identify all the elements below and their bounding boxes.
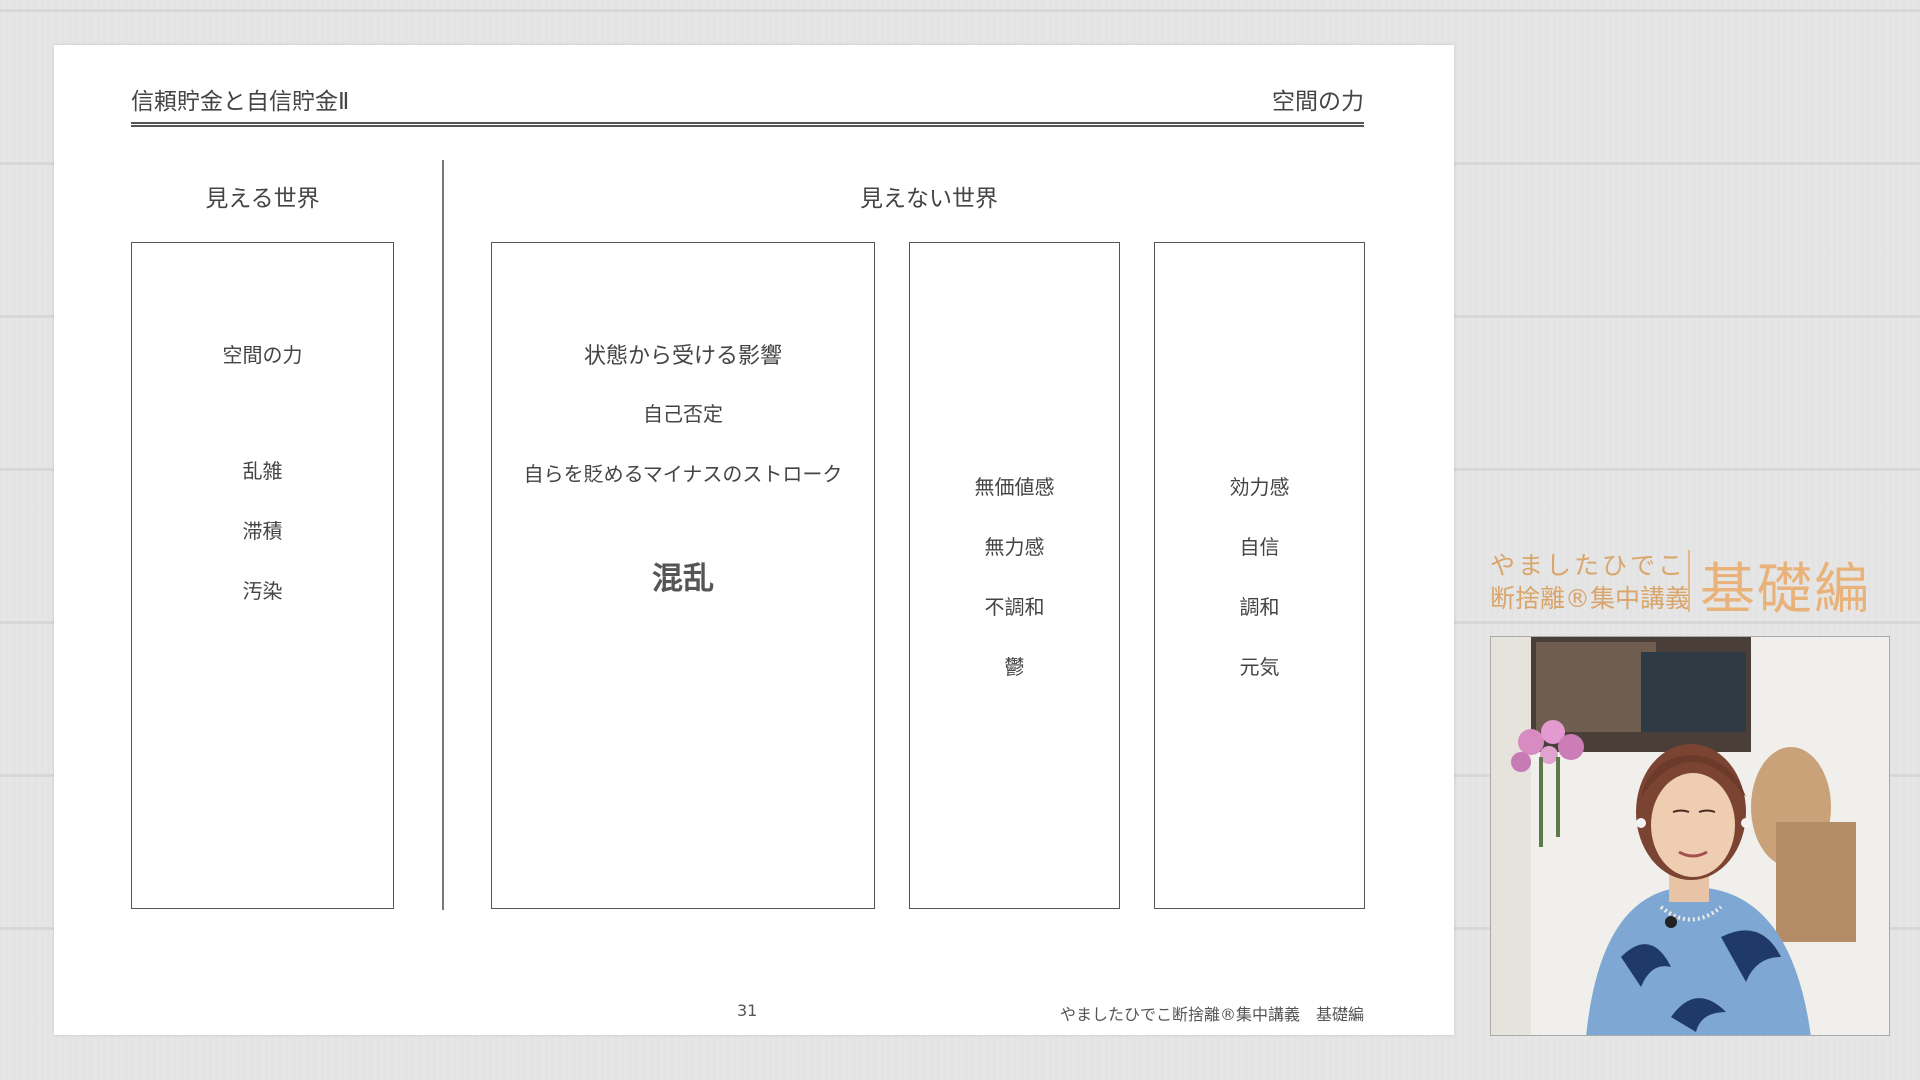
presenter-video-image (1491, 637, 1889, 1035)
box4-item: 効力感 (1229, 475, 1290, 499)
box-influence: 状態から受ける影響 自己否定 自らを貶めるマイナスのストローク 混乱 (491, 242, 875, 909)
section-invisible-world: 見えない世界 (860, 186, 998, 212)
box-positive: 効力感 自信 調和 元気 (1154, 242, 1365, 909)
presenter-video (1490, 636, 1890, 1036)
box4-item: 元気 (1239, 655, 1280, 679)
page-number: 31 (737, 1001, 758, 1020)
box4-item: 自信 (1239, 535, 1280, 559)
brand-logo: やましたひでこ 断捨離®集中講義 基礎編 (1490, 546, 1890, 621)
slide-header: 信頼貯金と自信貯金Ⅱ 空間の力 (131, 81, 1364, 127)
box2-title: 状態から受ける影響 (583, 344, 782, 369)
box2-keyword: 混乱 (652, 561, 714, 597)
box3-item: 無価値感 (974, 475, 1055, 499)
slide-title: 信頼貯金と自信貯金Ⅱ (131, 89, 350, 115)
footer-brand: やましたひでこ断捨離®集中講義 基礎編 (1059, 1005, 1364, 1024)
brand-name: やましたひでこ (1490, 551, 1687, 580)
brand-course: 断捨離®集中講義 (1490, 584, 1691, 613)
box4-item: 調和 (1239, 595, 1280, 619)
box1-item: 滞積 (242, 519, 283, 543)
box2-line: 自己否定 (643, 402, 723, 426)
box1-title: 空間の力 (222, 343, 303, 367)
box2-line: 自らを貶めるマイナスのストローク (523, 462, 843, 486)
box3-item: 鬱 (1004, 655, 1025, 679)
section-visible-world: 見える世界 (205, 186, 320, 212)
slide-topic: 空間の力 (1272, 89, 1364, 115)
box3-item: 無力感 (984, 535, 1045, 559)
box-space-power: 空間の力 乱雑 滞積 汚染 (131, 242, 394, 909)
box3-item: 不調和 (984, 595, 1045, 619)
box1-item: 乱雑 (242, 459, 283, 483)
brand-level: 基礎編 (1700, 557, 1872, 621)
box-negative: 無価値感 無力感 不調和 鬱 (909, 242, 1120, 909)
section-divider (442, 160, 444, 910)
brand-divider (1688, 550, 1690, 612)
box1-item: 汚染 (242, 579, 283, 603)
presentation-slide: 信頼貯金と自信貯金Ⅱ 空間の力 見える世界 見えない世界 空間の力 乱雑 滞積 … (54, 45, 1454, 1035)
